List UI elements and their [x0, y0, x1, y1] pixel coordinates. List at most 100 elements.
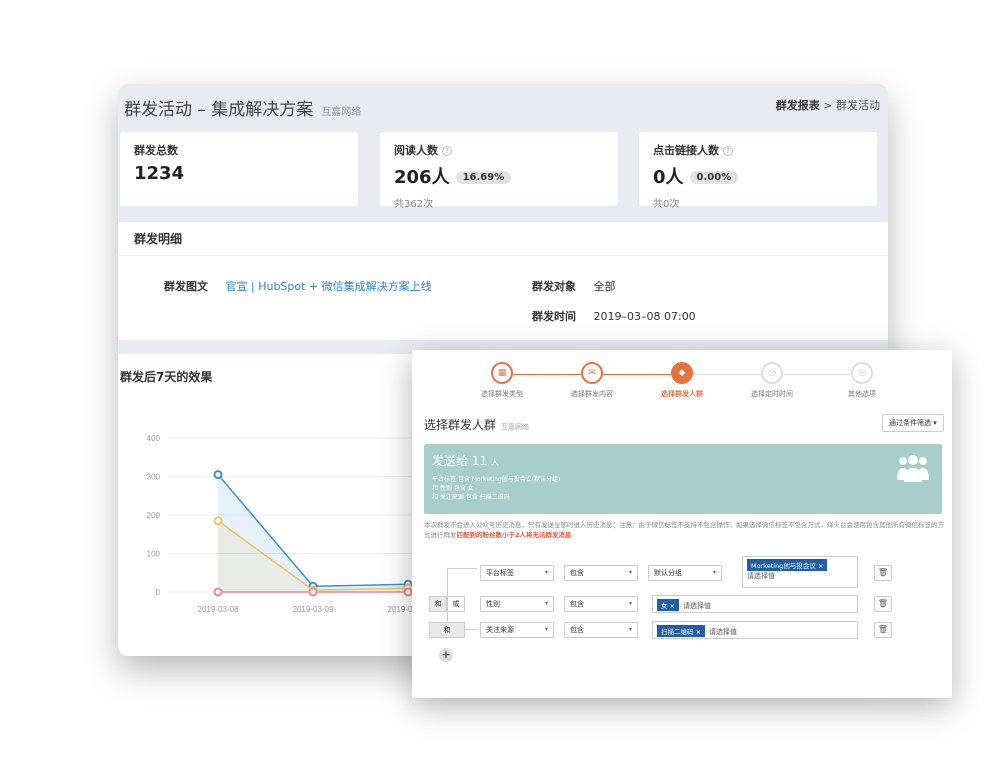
notice-warning: 匹配到的粉丝数小于2人将无法群发消息: [456, 531, 572, 539]
article-link[interactable]: 官宣 | HubSpot + 微信集成解决方案上线: [226, 280, 432, 293]
summary-line: 和 性别 包含 女: [432, 485, 474, 492]
operator-value: 包含: [570, 626, 584, 634]
wizard-title: 选择群发人群 互嘉网络: [424, 416, 529, 433]
caret-down-icon: ▾: [544, 626, 548, 633]
send-count: 发送给 11 人: [432, 452, 499, 469]
summary-line: 和 关注来源 包含 扫描二维码: [432, 494, 510, 501]
x-tick-label: 2019-03-08: [198, 605, 239, 614]
wizard-step[interactable]: ✉ 选择群发内容: [542, 362, 642, 399]
close-icon[interactable]: ×: [696, 628, 701, 636]
step-icon: ◎: [851, 362, 873, 384]
y-tick-label: 200: [147, 511, 161, 520]
trash-icon: 🗑: [877, 568, 889, 577]
delete-condition-button[interactable]: 🗑: [874, 565, 892, 581]
page-header: 群发活动 – 集成解决方案 互嘉网络 群发报表 > 群发活动: [118, 84, 888, 126]
stat-card-reads: 阅读人数? 206人 16.69% 共362次: [380, 132, 618, 210]
value-placeholder: 请选择值: [683, 602, 712, 610]
condition-field-select[interactable]: 性别 ▾: [480, 596, 554, 612]
condition-field-select[interactable]: 关注来源 ▾: [480, 622, 554, 638]
value-chip[interactable]: 扫描二维码 ×: [657, 625, 706, 637]
delete-condition-button[interactable]: 🗑: [874, 596, 892, 612]
caret-down-icon: ▾: [628, 569, 632, 576]
caret-down-icon: ▾: [628, 600, 632, 607]
wizard-steps: ▦ 选择群发类型 ✉ 选择群发内容 ◆ 选择群发人群 ◷ 选择定时时间 ◎ 其他选项: [412, 350, 952, 402]
step-icon: ◷: [761, 362, 783, 384]
logic-and-toggle[interactable]: 和: [429, 622, 465, 638]
chip-label: Morketing创与投会议: [751, 562, 816, 570]
wizard-step[interactable]: ◆ 选择群发人群: [632, 362, 732, 399]
notice-text: 本次群发不会进入公众号历史消息，只有发送全部时进入历史消息；注意：由于微信标签不…: [424, 520, 946, 540]
condition-operator-select[interactable]: 包含 ▾: [564, 565, 638, 581]
caret-down-icon: ▾: [544, 569, 548, 576]
detail-time-label: 群发时间: [532, 310, 576, 323]
trash-icon: 🗑: [877, 599, 889, 608]
detail-time-value: 2019–03–08 07:00: [593, 310, 696, 323]
stat-label: 点击链接人数: [653, 144, 719, 157]
stat-label: 阅读人数: [394, 144, 438, 157]
step-label: 选择定时时间: [751, 390, 793, 398]
operator-value: 包含: [570, 569, 584, 577]
chip-label: 女: [661, 602, 668, 610]
stat-value: 206人: [394, 167, 450, 188]
step-label: 选择群发内容: [571, 390, 613, 398]
stat-percent-badge: 0.00%: [689, 171, 739, 184]
condition-value-input[interactable]: Morketing创与投会议 × 请选择值: [742, 556, 858, 588]
condition-field-select[interactable]: 平台标签 ▾: [480, 565, 554, 581]
wizard-org-name: 互嘉网络: [501, 423, 530, 431]
filter-dropdown-button[interactable]: 通过条件筛选 ▾: [882, 414, 944, 432]
close-icon[interactable]: ×: [818, 562, 823, 570]
trash-icon: 🗑: [877, 625, 889, 634]
breadcrumb-parent[interactable]: 群发报表: [776, 99, 820, 112]
detail-article-row: 群发图文 官宣 | HubSpot + 微信集成解决方案上线: [164, 278, 432, 294]
step-icon: ◆: [671, 362, 693, 384]
detail-target-row: 群发对象 全部: [532, 278, 616, 294]
value-chip[interactable]: 女 ×: [657, 599, 680, 611]
condition-value-input[interactable]: 女 × 请选择值: [652, 595, 858, 613]
wizard-step[interactable]: ◎ 其他选项: [812, 362, 912, 399]
user-group-icon: [897, 455, 929, 482]
detail-target-value: 全部: [593, 280, 616, 293]
wizard-step[interactable]: ▦ 选择群发类型: [452, 362, 552, 399]
breadcrumb-separator: >: [823, 99, 833, 112]
org-name: 互嘉网络: [321, 107, 362, 118]
x-tick-label: 2019-03-09: [293, 605, 334, 614]
caret-down-icon: ▾: [933, 419, 937, 427]
page-title: 群发活动 – 集成解决方案 互嘉网络: [124, 95, 361, 120]
condition-operator-select[interactable]: 包含 ▾: [564, 596, 638, 612]
stat-value: 0人: [653, 167, 684, 188]
y-tick-label: 400: [147, 434, 161, 443]
chip-label: 扫描二维码: [661, 628, 694, 636]
condition-operator-select[interactable]: 包含 ▾: [564, 622, 638, 638]
add-condition-button[interactable]: +: [439, 648, 453, 662]
logic-and-toggle[interactable]: 和: [429, 596, 447, 612]
field-value: 关注来源: [486, 626, 514, 634]
detail-article-label: 群发图文: [164, 280, 208, 293]
detail-target-label: 群发对象: [532, 280, 576, 293]
detail-card: 群发明细 群发图文 官宣 | HubSpot + 微信集成解决方案上线 群发对象…: [118, 222, 888, 340]
breadcrumb-current: 群发活动: [836, 99, 880, 112]
help-icon[interactable]: ?: [442, 146, 452, 156]
delete-condition-button[interactable]: 🗑: [874, 622, 892, 638]
close-icon[interactable]: ×: [670, 602, 675, 610]
value-chip[interactable]: Morketing创与投会议 ×: [747, 559, 828, 571]
data-point: [403, 587, 413, 597]
wizard-title-text: 选择群发人群: [424, 418, 497, 432]
stat-value: 1234: [134, 163, 185, 184]
help-icon[interactable]: ?: [723, 146, 733, 156]
data-point: [213, 470, 223, 480]
y-tick-label: 100: [147, 550, 161, 559]
plus-icon: +: [441, 648, 451, 661]
condition-value-input[interactable]: 扫描二维码 × 请选择值: [652, 621, 858, 639]
condition-group-select[interactable]: 默认分组 ▾: [648, 565, 722, 581]
value-placeholder: 请选择值: [747, 572, 775, 580]
detail-time-row: 群发时间 2019–03–08 07:00: [532, 308, 696, 324]
wizard-step[interactable]: ◷ 选择定时时间: [722, 362, 822, 399]
step-icon: ✉: [581, 362, 603, 384]
stat-card-clicks: 点击链接人数? 0人 0.00% 共0次: [639, 132, 877, 210]
caret-down-icon: ▾: [628, 626, 632, 633]
group-value: 默认分组: [654, 569, 682, 577]
caret-down-icon: ▾: [712, 569, 716, 576]
detail-heading: 群发明细: [118, 222, 888, 256]
logic-or-toggle[interactable]: 或: [447, 596, 465, 612]
y-tick-label: 300: [147, 473, 161, 482]
